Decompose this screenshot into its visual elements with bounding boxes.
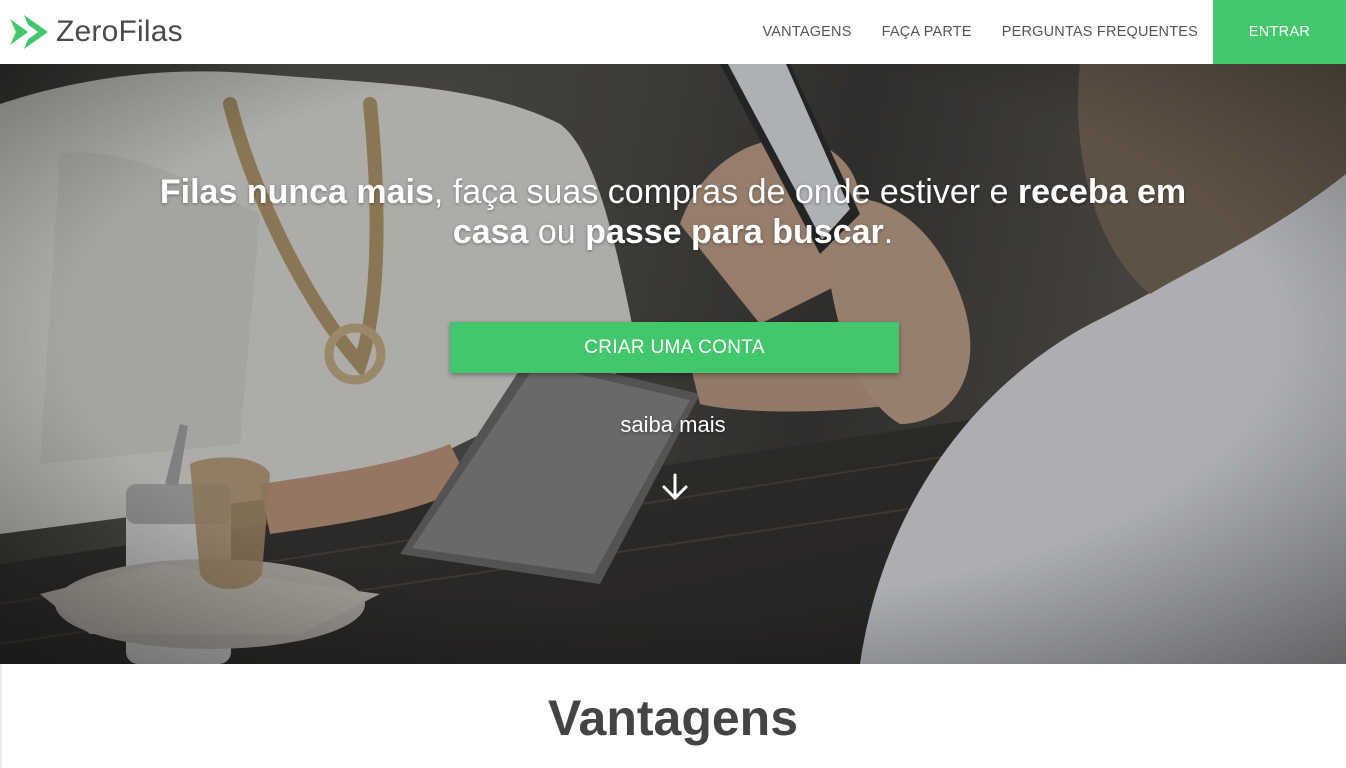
login-button[interactable]: ENTRAR [1213, 0, 1346, 64]
nav-link-vantagens[interactable]: VANTAGENS [763, 24, 852, 40]
hero-headline: Filas nunca mais, faça suas compras de o… [150, 172, 1196, 252]
learn-more-link[interactable]: saiba mais [573, 412, 773, 438]
main-nav: VANTAGENS FAÇA PARTE PERGUNTAS FREQUENTE… [763, 0, 1346, 64]
brand-name: ZeroFilas [56, 15, 183, 48]
brand-logo-link[interactable]: ZeroFilas [10, 13, 183, 51]
section-title-vantagens: Vantagens [547, 690, 799, 746]
nav-link-faca-parte[interactable]: FAÇA PARTE [882, 24, 972, 40]
nav-link-perguntas-frequentes[interactable]: PERGUNTAS FREQUENTES [1002, 24, 1198, 40]
headline-emphasis-1: Filas nunca mais [159, 173, 434, 211]
double-arrow-icon [10, 15, 48, 49]
arrow-down-icon[interactable] [660, 472, 690, 502]
headline-emphasis-3: passe para buscar [585, 213, 884, 251]
headline-text-2: ou [528, 213, 586, 251]
top-navbar: ZeroFilas VANTAGENS FAÇA PARTE PERGUNTAS… [0, 0, 1346, 64]
hero-section: Filas nunca mais, faça suas compras de o… [0, 64, 1346, 664]
headline-text-1: , faça suas compras de onde estiver e [433, 173, 1018, 211]
create-account-button[interactable]: CRIAR UMA CONTA [450, 322, 899, 373]
headline-text-3: . [883, 213, 894, 251]
